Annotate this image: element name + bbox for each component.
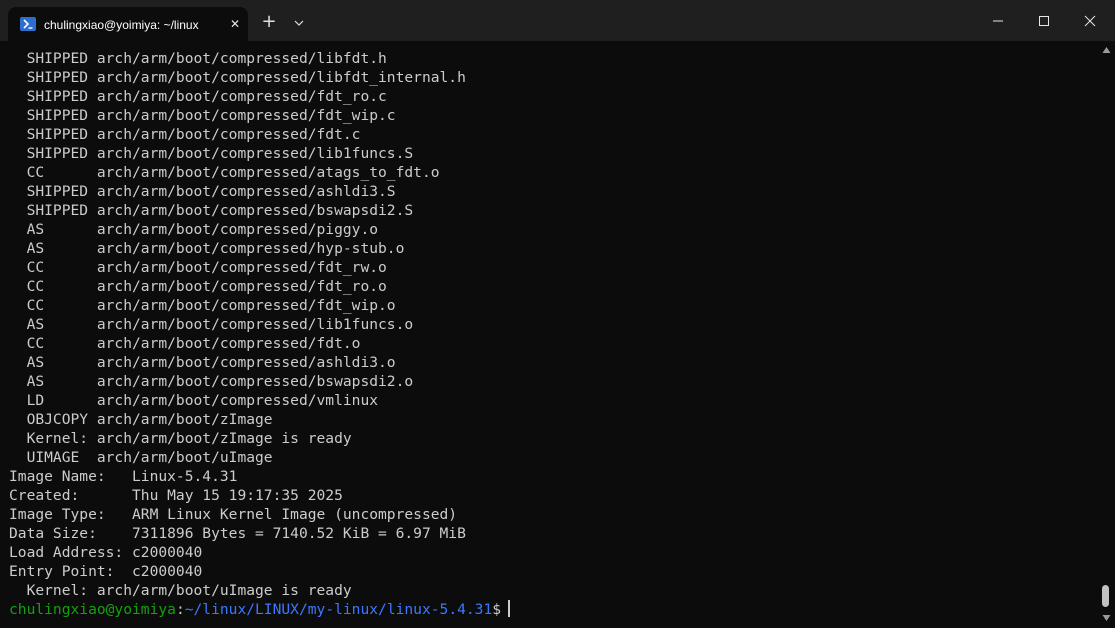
terminal-line: Image Type: ARM Linux Kernel Image (unco… — [9, 506, 458, 523]
tab-dropdown-button[interactable] — [288, 12, 310, 34]
terminal-line: SHIPPED arch/arm/boot/compressed/fdt_ro.… — [9, 88, 387, 105]
terminal-line: CC arch/arm/boot/compressed/fdt_wip.o — [9, 297, 396, 314]
terminal-line: SHIPPED arch/arm/boot/compressed/bswapsd… — [9, 202, 414, 219]
text-cursor — [508, 600, 511, 617]
close-icon — [1084, 15, 1096, 27]
powershell-icon — [20, 17, 36, 31]
terminal-line: SHIPPED arch/arm/boot/compressed/libfdt.… — [9, 50, 387, 67]
prompt-user-host: chulingxiao@yoimiya — [9, 601, 176, 618]
shell-prompt[interactable]: chulingxiao@yoimiya:~/linux/LINUX/my-lin… — [9, 600, 511, 619]
terminal-window: chulingxiao@yoimiya: ~/linux ✕ + SHIPPED… — [0, 0, 1115, 628]
terminal-tab[interactable]: chulingxiao@yoimiya: ~/linux ✕ — [8, 7, 248, 41]
terminal-output[interactable]: SHIPPED arch/arm/boot/compressed/libfdt.… — [0, 49, 1096, 628]
terminal-line: Load Address: c2000040 — [9, 544, 203, 561]
terminal-line: Entry Point: c2000040 — [9, 563, 203, 580]
terminal-line: AS arch/arm/boot/compressed/lib1funcs.o — [9, 316, 414, 333]
terminal-line: LD arch/arm/boot/compressed/vmlinux — [9, 392, 379, 409]
vertical-scrollbar[interactable] — [1098, 41, 1115, 628]
terminal-line: SHIPPED arch/arm/boot/compressed/fdt_wip… — [9, 107, 396, 124]
new-tab-button[interactable]: + — [258, 11, 280, 33]
terminal-line: Kernel: arch/arm/boot/zImage is ready — [9, 430, 352, 447]
tab-title: chulingxiao@yoimiya: ~/linux — [44, 18, 199, 32]
terminal-line: SHIPPED arch/arm/boot/compressed/libfdt_… — [9, 69, 466, 86]
minimize-icon — [993, 20, 1003, 22]
prompt-path: ~/linux/LINUX/my-linux/linux-5.4.31 — [184, 601, 493, 618]
terminal-line: OBJCOPY arch/arm/boot/zImage — [9, 411, 273, 428]
close-window-button[interactable] — [1067, 0, 1113, 41]
maximize-button[interactable] — [1021, 0, 1067, 41]
terminal-line: AS arch/arm/boot/compressed/bswapsdi2.o — [9, 373, 414, 390]
minimize-button[interactable] — [975, 0, 1021, 41]
terminal-line: SHIPPED arch/arm/boot/compressed/lib1fun… — [9, 145, 414, 162]
terminal-line: UIMAGE arch/arm/boot/uImage — [9, 449, 273, 466]
terminal-line: SHIPPED arch/arm/boot/compressed/fdt.c — [9, 126, 361, 143]
scrollbar-thumb[interactable] — [1102, 585, 1109, 607]
terminal-line: AS arch/arm/boot/compressed/hyp-stub.o — [9, 240, 405, 257]
prompt-symbol: $ — [492, 601, 502, 618]
close-tab-icon[interactable]: ✕ — [226, 15, 244, 33]
terminal-line: Data Size: 7311896 Bytes = 7140.52 KiB =… — [9, 525, 466, 542]
terminal-line: AS arch/arm/boot/compressed/ashldi3.o — [9, 354, 396, 371]
terminal-line: AS arch/arm/boot/compressed/piggy.o — [9, 221, 379, 238]
terminal-line: CC arch/arm/boot/compressed/fdt.o — [9, 335, 361, 352]
terminal-line: CC arch/arm/boot/compressed/fdt_rw.o — [9, 259, 387, 276]
terminal-line: SHIPPED arch/arm/boot/compressed/ashldi3… — [9, 183, 396, 200]
terminal-line: Kernel: arch/arm/boot/uImage is ready — [9, 582, 352, 599]
title-bar: chulingxiao@yoimiya: ~/linux ✕ + — [0, 0, 1115, 41]
terminal-line: Image Name: Linux-5.4.31 — [9, 468, 238, 485]
terminal-line: CC arch/arm/boot/compressed/fdt_ro.o — [9, 278, 387, 295]
chevron-down-icon — [294, 20, 304, 26]
terminal-line: Created: Thu May 15 19:17:35 2025 — [9, 487, 343, 504]
terminal-line: CC arch/arm/boot/compressed/atags_to_fdt… — [9, 164, 440, 181]
maximize-icon — [1039, 16, 1049, 26]
scroll-up-icon[interactable] — [1102, 46, 1111, 54]
scroll-down-icon[interactable] — [1102, 614, 1111, 622]
prompt-separator: : — [175, 601, 185, 618]
